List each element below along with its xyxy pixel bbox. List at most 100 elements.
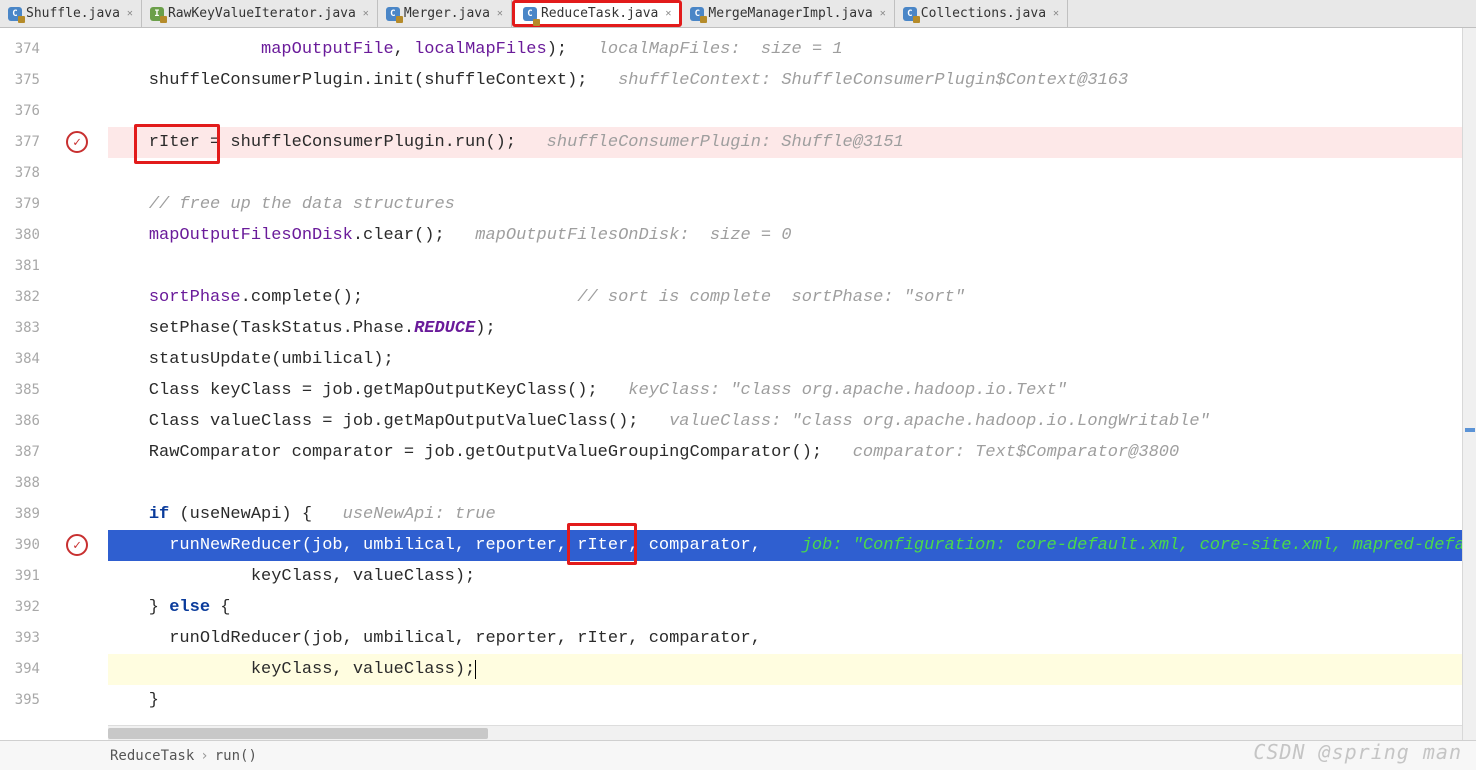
code-token: RawComparator comparator = job.getOutput… [108,443,853,462]
code-token: } [108,598,169,617]
code-line[interactable]: Class keyClass = job.getMapOutputKeyClas… [108,375,1476,406]
code-line[interactable]: keyClass, valueClass); [108,654,1476,685]
line-number: 393 [0,623,48,654]
code-token: (useNewApi) { [169,505,342,524]
code-token: localMapFiles [414,40,547,59]
code-token: Class keyClass = job.getMapOutputKeyClas… [108,381,628,400]
code-token: else [169,598,210,617]
code-token: REDUCE [414,319,475,338]
breakpoint-icon[interactable] [66,534,88,556]
line-number: 381 [0,251,48,282]
code-line[interactable]: runOldReducer(job, umbilical, reporter, … [108,623,1476,654]
code-line[interactable]: } [108,685,1476,716]
breakpoint-gutter[interactable] [48,28,108,740]
code-line[interactable] [108,96,1476,127]
code-token: , [394,40,414,59]
line-number: 383 [0,313,48,344]
code-token: job: "Configuration: core-default.xml, c… [802,536,1476,555]
code-token: runNewReducer(job, umbilical, reporter, … [108,536,802,555]
close-icon[interactable]: ✕ [880,8,886,19]
line-number: 394 [0,654,48,685]
lock-icon [160,16,167,23]
close-icon[interactable]: ✕ [665,8,671,19]
code-token: // free up the data structures [149,195,455,214]
code-line[interactable] [108,158,1476,189]
tab-shuffle[interactable]: CShuffle.java✕ [0,0,142,27]
code-line[interactable]: // free up the data structures [108,189,1476,220]
code-token: mapOutputFile [261,40,394,59]
code-token [108,226,149,245]
code-line[interactable]: rIter = shuffleConsumerPlugin.run(); shu… [108,127,1476,158]
breadcrumb-file[interactable]: ReduceTask [110,748,194,764]
tab-reducetask[interactable]: CReduceTask.java✕ [512,0,682,27]
code-line[interactable]: mapOutputFilesOnDisk.clear(); mapOutputF… [108,220,1476,251]
code-line[interactable]: keyClass, valueClass); [108,561,1476,592]
code-token: shuffleContext: ShuffleConsumerPlugin$Co… [618,71,1128,90]
code-line[interactable]: RawComparator comparator = job.getOutput… [108,437,1476,468]
line-number: 375 [0,65,48,96]
code-line[interactable] [108,468,1476,499]
line-number: 390 [0,530,48,561]
code-token [108,288,149,307]
tab-label: RawKeyValueIterator.java [168,6,356,21]
lock-icon [533,19,540,26]
code-line[interactable]: Class valueClass = job.getMapOutputValue… [108,406,1476,437]
code-token: Class valueClass = job.getMapOutputValue… [108,412,669,431]
tab-label: ReduceTask.java [541,6,658,21]
code-line[interactable]: shuffleConsumerPlugin.init(shuffleContex… [108,65,1476,96]
tab-bar: CShuffle.java✕IRawKeyValueIterator.java✕… [0,0,1476,28]
line-number: 395 [0,685,48,716]
line-number: 378 [0,158,48,189]
breakpoint-icon[interactable] [66,131,88,153]
code-line[interactable]: runNewReducer(job, umbilical, reporter, … [108,530,1476,561]
code-area[interactable]: mapOutputFile, localMapFiles); localMapF… [108,28,1476,740]
tab-rawkeyvalueiterator[interactable]: IRawKeyValueIterator.java✕ [142,0,378,27]
code-line[interactable] [108,251,1476,282]
code-line[interactable]: if (useNewApi) { useNewApi: true [108,499,1476,530]
code-token: ); [475,319,495,338]
line-number-gutter: 3743753763773783793803813823833843853863… [0,28,48,740]
line-number: 376 [0,96,48,127]
code-token: .complete(); [241,288,578,307]
close-icon[interactable]: ✕ [1053,8,1059,19]
tab-merger[interactable]: CMerger.java✕ [378,0,512,27]
tab-label: Collections.java [921,6,1046,21]
lock-icon [396,16,403,23]
overview-ruler[interactable] [1462,28,1476,740]
code-token: sortPhase [149,288,241,307]
chevron-right-icon: › [200,748,208,764]
code-token: shuffleConsumerPlugin: Shuffle@3151 [547,133,904,152]
code-line[interactable]: setPhase(TaskStatus.Phase.REDUCE); [108,313,1476,344]
tab-mergemanagerimpl[interactable]: CMergeManagerImpl.java✕ [682,0,894,27]
line-number: 384 [0,344,48,375]
code-token: useNewApi: true [343,505,496,524]
code-line[interactable]: statusUpdate(umbilical); [108,344,1476,375]
line-number: 380 [0,220,48,251]
close-icon[interactable]: ✕ [127,8,133,19]
code-token: shuffleConsumerPlugin.init(shuffleContex… [108,71,618,90]
breadcrumb-method[interactable]: run() [215,748,257,764]
code-line[interactable]: mapOutputFile, localMapFiles); localMapF… [108,34,1476,65]
code-token: { [210,598,230,617]
code-token: statusUpdate(umbilical); [108,350,394,369]
line-number: 379 [0,189,48,220]
line-number: 391 [0,561,48,592]
tab-label: Shuffle.java [26,6,120,21]
code-token: localMapFiles: size = 1 [598,40,843,59]
line-number: 387 [0,437,48,468]
horizontal-scrollbar[interactable] [108,725,1462,740]
close-icon[interactable]: ✕ [497,8,503,19]
tab-collections[interactable]: CCollections.java✕ [895,0,1068,27]
line-number: 382 [0,282,48,313]
code-line[interactable]: sortPhase.complete(); // sort is complet… [108,282,1476,313]
scrollbar-thumb[interactable] [108,728,488,739]
line-number: 392 [0,592,48,623]
tab-label: Merger.java [404,6,490,21]
code-token: mapOutputFilesOnDisk [149,226,353,245]
code-token [108,505,149,524]
code-token [108,40,261,59]
code-editor[interactable]: 3743753763773783793803813823833843853863… [0,28,1476,740]
code-line[interactable]: } else { [108,592,1476,623]
line-number: 385 [0,375,48,406]
close-icon[interactable]: ✕ [363,8,369,19]
